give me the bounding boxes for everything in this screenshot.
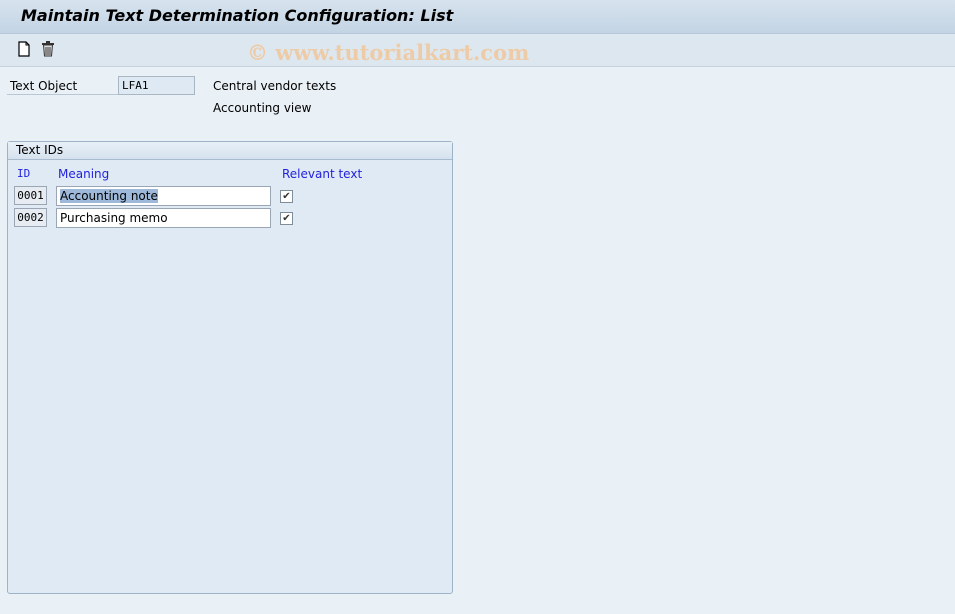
meaning-input[interactable]: Accounting note	[56, 186, 271, 206]
page-title: Maintain Text Determination Configuratio…	[21, 6, 454, 25]
column-header-relevant-text: Relevant text	[282, 167, 363, 181]
new-button[interactable]	[15, 40, 33, 58]
text-object-view: Accounting view	[213, 101, 312, 115]
relevant-text-checkbox[interactable]: ✔	[280, 212, 293, 225]
id-cell[interactable]: 0001	[14, 186, 47, 205]
new-document-icon	[18, 41, 30, 57]
label-underline	[7, 94, 119, 95]
id-cell[interactable]: 0002	[14, 208, 47, 227]
title-bar: Maintain Text Determination Configuratio…	[0, 0, 955, 34]
text-object-field[interactable]: LFA1	[118, 76, 195, 95]
group-title: Text IDs	[8, 142, 452, 160]
column-header-id: ID	[17, 167, 31, 180]
trash-icon	[42, 41, 54, 57]
toolbar: © www.tutorialkart.com	[0, 34, 955, 67]
meaning-input[interactable]: Purchasing memo	[56, 208, 271, 228]
text-object-description: Central vendor texts	[213, 79, 337, 93]
relevant-text-checkbox[interactable]: ✔	[280, 190, 293, 203]
text-ids-group: Text IDs ID Meaning Relevant text 0001 A…	[7, 141, 453, 594]
selected-text: Accounting note	[60, 189, 158, 203]
delete-button[interactable]	[39, 40, 57, 58]
watermark: © www.tutorialkart.com	[247, 40, 530, 65]
column-header-meaning: Meaning	[58, 167, 110, 181]
text-object-label: Text Object	[10, 79, 78, 93]
